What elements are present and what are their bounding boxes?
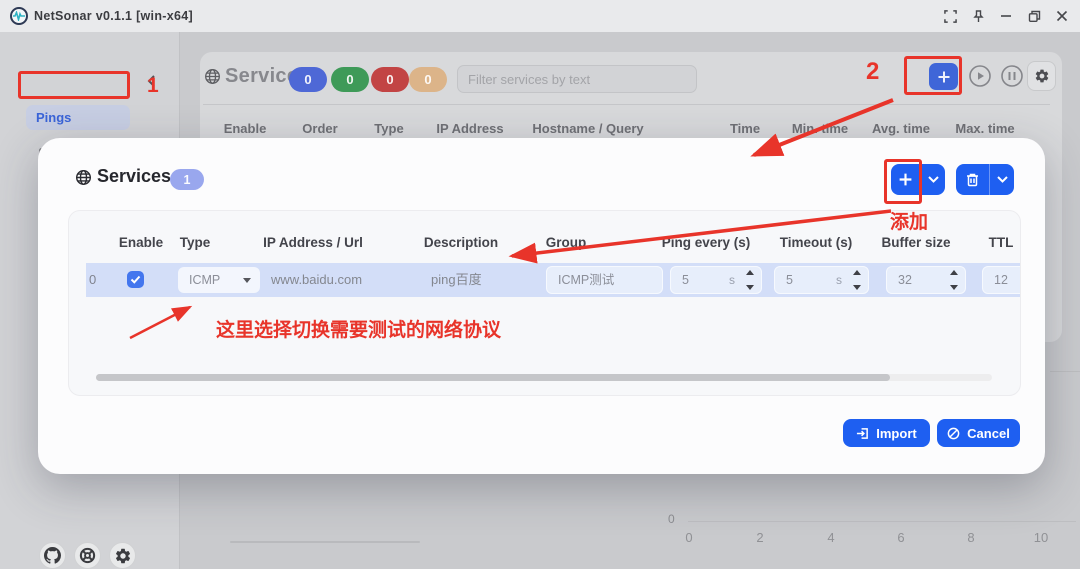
column-header: Time [729,121,761,136]
chart-x-tick: 2 [756,530,764,545]
chart-y-tick: 0 [668,512,675,526]
maximize-icon[interactable] [1020,0,1048,32]
dialog-title: Services [97,166,172,186]
background-line [1050,371,1080,372]
sidebar-item-label: Pings [36,110,72,125]
filter-services-input[interactable] [457,65,697,93]
column-header: Group [545,235,587,250]
column-header: Max. time [955,121,1015,136]
collapse-sidebar-icon[interactable] [146,74,162,90]
row-index: 0 [89,272,97,287]
pause-button[interactable] [1000,64,1024,88]
stepper[interactable] [948,270,960,290]
column-header: Ping every (s) [661,235,751,250]
column-header: Min. time [791,121,849,136]
github-button[interactable] [39,542,66,569]
column-header: Buffer size [881,235,951,250]
app-logo-icon [10,7,28,25]
status-badge-total: 0 [289,67,327,92]
timeout-input[interactable]: 5 s [774,266,869,294]
add-row-button[interactable] [891,164,920,195]
divider [203,104,1050,105]
window-controls [936,0,1076,32]
enable-checkbox[interactable] [127,271,144,288]
stepper[interactable] [851,270,863,290]
lifebuoy-button[interactable] [74,542,101,569]
count-badge: 1 [170,169,204,190]
lifebuoy-icon [79,547,96,564]
chart-x-tick: 4 [827,530,835,545]
add-service-button[interactable] [929,63,958,90]
services-dialog: Services 1 Enable Type IP Address / Url … [38,138,1045,474]
cancel-button[interactable]: Cancel [937,419,1020,447]
add-row-dropdown-button[interactable] [920,164,945,195]
import-button[interactable]: Import [843,419,930,447]
chart-x-tick: 8 [967,530,975,545]
app-title: NetSonar v0.1.1 [win-x64] [34,9,193,23]
column-header: TTL [988,235,1014,250]
column-header: Timeout (s) [779,235,853,250]
status-badge-down: 0 [371,67,409,92]
plus-icon [899,173,912,186]
column-header: Avg. time [871,121,931,136]
scrollbar-thumb[interactable] [96,374,890,381]
app-window: NetSonar v0.1.1 [win-x64] Pings Services… [0,0,1080,569]
column-header: Enable [118,235,164,250]
chart-x-tick: 6 [897,530,905,545]
sidebar-item-pings[interactable]: Pings [26,105,130,130]
buffer-size-input[interactable]: 32 [886,266,966,294]
status-badge-up: 0 [331,67,369,92]
cancel-icon [947,427,960,439]
column-header: IP Address [436,121,504,136]
ip-address-cell: www.baidu.com [271,272,363,287]
column-header: Type [179,235,211,250]
minimize-icon[interactable] [992,0,1020,32]
chart-gridline [688,521,1076,522]
type-select[interactable]: ICMP [178,267,260,293]
delete-rows-button[interactable] [956,164,989,195]
services-table: Enable Type IP Address / Url Description… [68,210,1021,396]
pin-icon[interactable] [964,0,992,32]
group-input[interactable]: ICMP测试 [546,266,663,294]
ttl-input[interactable]: 12 [982,266,1020,294]
import-icon [857,427,869,439]
column-header: Description [423,235,499,250]
close-icon[interactable] [1048,0,1076,32]
column-header: Type [374,121,404,136]
settings-round-button[interactable] [109,542,136,569]
gear-icon [115,548,130,563]
background-line [230,541,420,543]
settings-button[interactable] [1027,61,1056,91]
chart-x-tick: 0 [685,530,693,545]
column-header: Order [302,121,338,136]
trash-icon [967,173,978,186]
column-header: IP Address / Url [263,235,363,250]
globe-icon [75,169,92,191]
caret-down-icon [243,277,251,283]
chevron-down-icon [927,176,939,183]
delete-rows-dropdown-button[interactable] [989,164,1014,195]
fullscreen-icon[interactable] [936,0,964,32]
ping-every-input[interactable]: 5 s [670,266,762,294]
horizontal-scrollbar[interactable] [96,374,992,381]
chevron-down-icon [996,176,1008,183]
check-icon [130,275,141,284]
chart-x-tick: 10 [1033,530,1049,545]
globe-icon [204,68,221,90]
title-bar: NetSonar v0.1.1 [win-x64] [0,0,1080,32]
stepper[interactable] [744,270,756,290]
play-button[interactable] [968,64,992,88]
github-icon [44,547,61,564]
column-header: Enable [223,121,267,136]
column-header: Hostname / Query [532,121,644,136]
description-cell: ping百度 [431,272,482,287]
status-badge-pending: 0 [409,67,447,92]
